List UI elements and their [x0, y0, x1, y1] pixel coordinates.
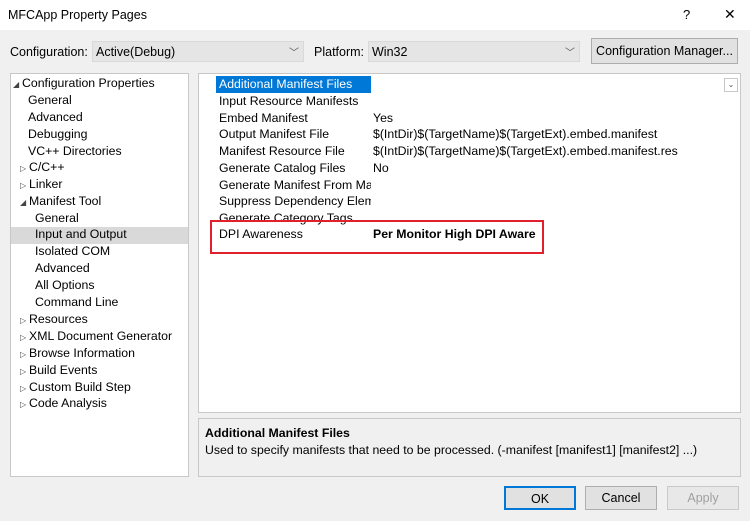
property-name: Additional Manifest Files	[216, 76, 371, 93]
tree-item-label: XML Document Generator	[29, 329, 173, 343]
help-icon[interactable]: ?	[683, 7, 690, 22]
property-row-generate-catalog-files[interactable]: Generate Catalog Files No	[199, 160, 739, 177]
tree-item-browse-information[interactable]: ▷ Browse Information	[20, 346, 135, 363]
tree-item-manifest-general[interactable]: General	[35, 211, 79, 228]
tree-item-debugging[interactable]: Debugging	[28, 127, 88, 144]
expand-icon[interactable]: ◢	[13, 80, 22, 89]
apply-button[interactable]: Apply	[667, 486, 739, 510]
tree-item-label: VC++ Directories	[28, 144, 122, 158]
property-row-manifest-resource-file[interactable]: Manifest Resource File $(IntDir)$(Target…	[199, 143, 739, 160]
ok-button[interactable]: OK	[504, 486, 576, 510]
tree-item-label: General	[35, 211, 79, 225]
platform-value: Win32	[372, 45, 408, 59]
property-row-suppress-dependency-element[interactable]: Suppress Dependency Element	[199, 193, 739, 210]
property-value[interactable]: No	[373, 161, 389, 175]
tree-item-command-line[interactable]: Command Line	[35, 295, 118, 312]
platform-select[interactable]: Win32 ﹀	[368, 41, 580, 62]
property-name: Manifest Resource File	[219, 144, 345, 158]
tree-item-configuration-properties[interactable]: ◢ Configuration Properties	[13, 76, 155, 93]
tree-item-label: General	[28, 93, 72, 107]
property-name: Embed Manifest	[219, 111, 308, 125]
chevron-down-icon: ﹀	[565, 48, 575, 59]
category-tree: ◢ Configuration Properties General Advanc…	[10, 73, 189, 477]
tree-item-manifest-tool[interactable]: ◢ Manifest Tool	[20, 194, 101, 211]
configuration-bar: Configuration: Active(Debug) ﹀ Platform:…	[0, 38, 750, 64]
expand-icon[interactable]: ◢	[20, 198, 29, 207]
collapsed-triangle-icon[interactable]: ▷	[20, 350, 29, 359]
configuration-label: Configuration:	[10, 45, 88, 59]
description-panel: Additional Manifest Files Used to specif…	[198, 418, 741, 477]
property-row-embed-manifest[interactable]: Embed Manifest Yes	[199, 110, 739, 127]
tree-item-label: All Options	[35, 278, 95, 292]
property-value[interactable]: Yes	[373, 111, 393, 125]
tree-item-xml-document-generator[interactable]: ▷ XML Document Generator	[20, 329, 172, 346]
tree-item-label: Configuration Properties	[22, 76, 155, 90]
tree-item-custom-build-step[interactable]: ▷ Custom Build Step	[20, 380, 131, 397]
cancel-button[interactable]: Cancel	[585, 486, 657, 510]
tree-item-general[interactable]: General	[28, 93, 72, 110]
collapsed-triangle-icon[interactable]: ▷	[20, 367, 29, 376]
chevron-down-icon[interactable]: ⌄	[724, 78, 738, 92]
tree-item-label: C/C++	[29, 160, 65, 174]
collapsed-triangle-icon[interactable]: ▷	[20, 400, 29, 409]
property-name: Generate Catalog Files	[219, 161, 346, 175]
tree-item-all-options[interactable]: All Options	[35, 278, 94, 295]
configuration-manager-button[interactable]: Configuration Manager...	[591, 38, 738, 64]
tree-item-isolated-com[interactable]: Isolated COM	[35, 244, 110, 261]
tree-item-manifest-advanced[interactable]: Advanced	[35, 261, 90, 278]
configuration-value: Active(Debug)	[96, 45, 176, 59]
collapsed-triangle-icon[interactable]: ▷	[20, 181, 29, 190]
tree-item-label: Isolated COM	[35, 244, 111, 258]
tree-item-label: Input and Output	[35, 227, 127, 241]
window-title: MFCApp Property Pages	[8, 8, 147, 22]
tree-item-label: Manifest Tool	[29, 194, 102, 208]
tree-item-label: Build Events	[29, 363, 98, 377]
property-row-output-manifest-file[interactable]: Output Manifest File $(IntDir)$(TargetNa…	[199, 126, 739, 143]
tree-item-label: Browse Information	[29, 346, 135, 360]
tree-item-advanced[interactable]: Advanced	[28, 110, 83, 127]
close-icon[interactable]: ✕	[724, 6, 736, 23]
property-name: Output Manifest File	[219, 127, 330, 141]
description-title: Additional Manifest Files	[205, 426, 350, 440]
tree-item-label: Code Analysis	[29, 396, 107, 410]
tree-item-label: Debugging	[28, 127, 88, 141]
tree-item-code-analysis[interactable]: ▷ Code Analysis	[20, 396, 107, 413]
property-name: Input Resource Manifests	[219, 94, 359, 108]
tree-item-label: Custom Build Step	[29, 380, 131, 394]
property-value[interactable]: $(IntDir)$(TargetName)$(TargetExt).embed…	[373, 144, 678, 158]
tree-item-c-cpp[interactable]: ▷ C/C++	[20, 160, 65, 177]
property-row-input-resource-manifests[interactable]: Input Resource Manifests	[199, 93, 739, 110]
tree-item-linker[interactable]: ▷ Linker	[20, 177, 63, 194]
platform-label: Platform:	[314, 45, 365, 59]
configuration-select[interactable]: Active(Debug) ﹀	[92, 41, 304, 62]
property-row-additional-manifest-files[interactable]: Additional Manifest Files ⌄	[199, 76, 739, 93]
tree-item-label: Command Line	[35, 295, 119, 309]
collapsed-triangle-icon[interactable]: ▷	[20, 384, 29, 393]
chevron-down-icon: ﹀	[289, 48, 299, 59]
property-name: Generate Manifest From ManagedAssembly	[219, 178, 371, 192]
property-name: Suppress Dependency Element	[219, 194, 371, 208]
property-value[interactable]: $(IntDir)$(TargetName)$(TargetExt).embed…	[373, 127, 657, 141]
tree-item-label: Resources	[29, 312, 88, 326]
tree-item-label: Advanced	[35, 261, 90, 275]
tree-item-build-events[interactable]: ▷ Build Events	[20, 363, 97, 380]
title-bar: MFCApp Property Pages ? ✕	[0, 0, 750, 30]
tree-item-resources[interactable]: ▷ Resources	[20, 312, 88, 329]
tree-item-label: Advanced	[28, 110, 83, 124]
highlight-box	[210, 220, 544, 254]
property-row-generate-manifest-from-managed-assembly[interactable]: Generate Manifest From ManagedAssembly	[199, 177, 739, 194]
collapsed-triangle-icon[interactable]: ▷	[20, 333, 29, 342]
tree-item-input-and-output[interactable]: Input and Output	[11, 227, 188, 244]
tree-item-vc-directories[interactable]: VC++ Directories	[28, 144, 122, 161]
collapsed-triangle-icon[interactable]: ▷	[20, 164, 29, 173]
description-text: Used to specify manifests that need to b…	[205, 443, 698, 457]
tree-item-label: Linker	[29, 177, 63, 191]
collapsed-triangle-icon[interactable]: ▷	[20, 316, 29, 325]
